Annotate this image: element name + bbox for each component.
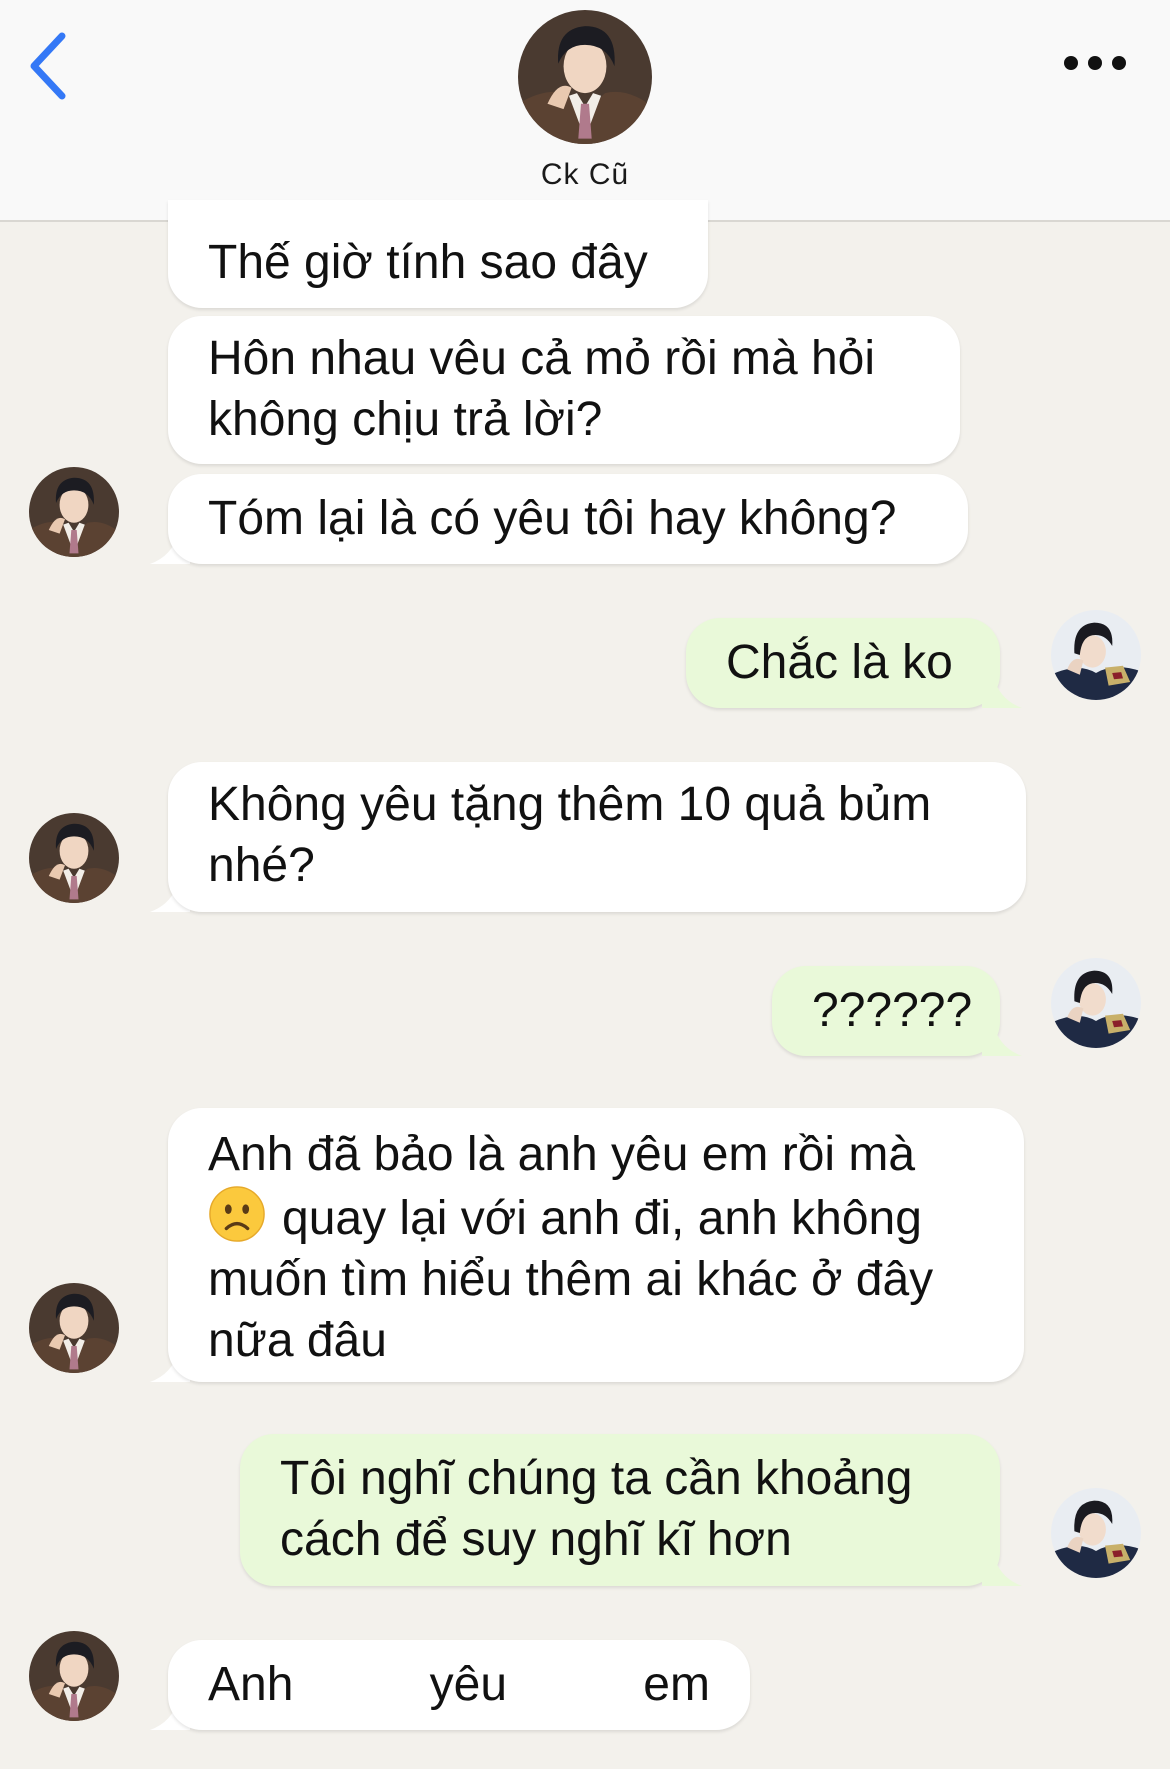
frowning-face-emoji [209, 1186, 265, 1242]
message-bubble-outgoing[interactable]: Chắc là ko [686, 618, 1000, 708]
bubble-tail [982, 678, 1022, 708]
message-bubble-incoming[interactable]: Anh yêu em [168, 1640, 750, 1730]
my-avatar-image [1051, 958, 1141, 1048]
message-text: quay lại với anh đi, anh không muốn tìm … [208, 1192, 934, 1367]
message-text: Chắc là ko [726, 636, 953, 689]
contact-avatar[interactable] [29, 1631, 119, 1721]
message-bubble-incoming[interactable]: Anh đã bảo là anh yêu em rồi mà quay lại… [168, 1108, 1024, 1382]
message-bubble-incoming[interactable]: Tóm lại là có yêu tôi hay không? [168, 474, 968, 564]
message-bubble-outgoing[interactable]: Tôi nghĩ chúng ta cần khoảng cách để suy… [240, 1434, 1000, 1586]
my-avatar[interactable] [1051, 958, 1141, 1048]
message-word: em [643, 1658, 710, 1711]
bubble-tail [982, 1556, 1022, 1586]
contact-avatar-image [29, 1283, 119, 1373]
message-text: Anh đã bảo là anh yêu em rồi mà [208, 1128, 916, 1181]
contact-avatar[interactable] [29, 813, 119, 903]
message-text: Tôi nghĩ chúng ta cần khoảng cách để suy… [280, 1452, 913, 1566]
contact-avatar-image [29, 1631, 119, 1721]
my-avatar-image [1051, 1488, 1141, 1578]
message-bubble-incoming[interactable]: Hôn nhau vêu cả mỏ rồi mà hỏi không chịu… [168, 316, 960, 464]
chat-header: Ck Cũ [0, 0, 1170, 222]
contact-avatar[interactable] [518, 10, 652, 144]
ellipsis-icon [1064, 56, 1126, 70]
my-avatar[interactable] [1051, 1488, 1141, 1578]
message-text: ?????? [812, 984, 973, 1037]
message-text: Thế giờ tính sao đây [208, 236, 648, 289]
message-word: Anh [208, 1658, 294, 1711]
message-text: Không yêu tặng thêm 10 quả bủm nhé? [208, 778, 932, 892]
message-word: yêu [429, 1658, 508, 1711]
contact-avatar-image [29, 813, 119, 903]
contact-avatar-image [29, 467, 119, 557]
chevron-left-icon [30, 32, 66, 100]
message-bubble-outgoing[interactable]: ?????? [772, 966, 1000, 1056]
message-bubble-incoming[interactable]: Thế giờ tính sao đây [168, 200, 708, 308]
contact-avatar[interactable] [29, 1283, 119, 1373]
contact-avatar[interactable] [29, 467, 119, 557]
my-avatar[interactable] [1051, 610, 1141, 700]
contact-avatar-image [518, 10, 652, 144]
more-options-button[interactable] [1060, 48, 1130, 78]
back-button[interactable] [22, 28, 78, 104]
message-text: Hôn nhau vêu cả mỏ rồi mà hỏi không chịu… [208, 332, 876, 446]
contact-name[interactable]: Ck Cũ [0, 158, 1170, 192]
bubble-tail [982, 1026, 1022, 1056]
my-avatar-image [1051, 610, 1141, 700]
message-bubble-incoming[interactable]: Không yêu tặng thêm 10 quả bủm nhé? [168, 762, 1026, 912]
message-text: Tóm lại là có yêu tôi hay không? [208, 492, 897, 545]
